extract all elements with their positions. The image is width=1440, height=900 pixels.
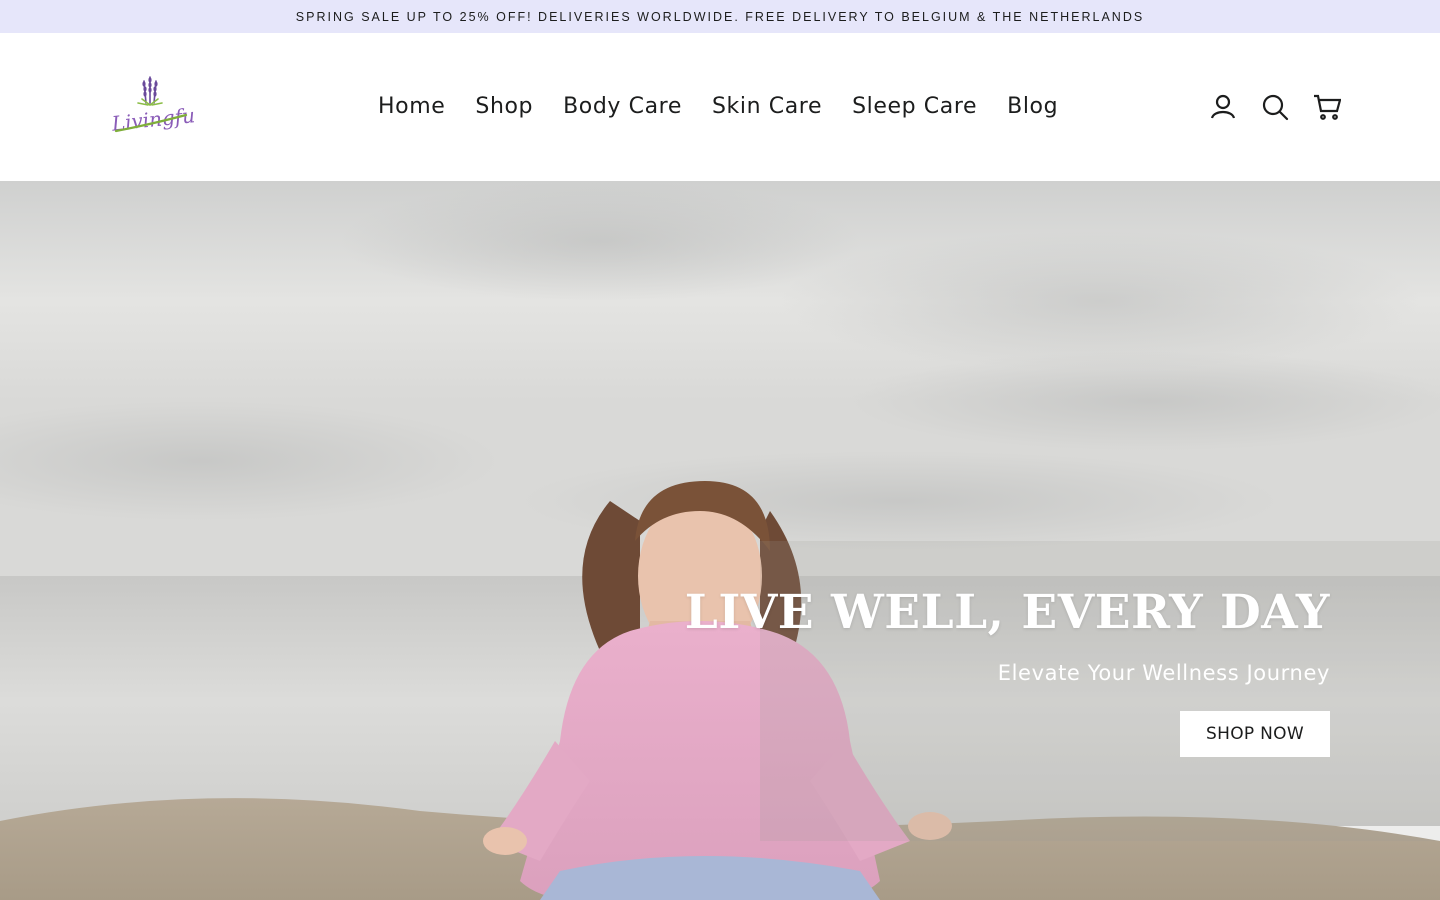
- user-icon: [1210, 94, 1236, 119]
- nav-item-blog[interactable]: Blog: [992, 94, 1073, 119]
- brand-logo[interactable]: Livingful: [108, 75, 194, 141]
- nav-item-sleep-care[interactable]: Sleep Care: [837, 94, 992, 119]
- logo-lavender-icon: Livingful: [110, 76, 194, 136]
- account-button[interactable]: [1208, 92, 1238, 122]
- nav-item-skin-care[interactable]: Skin Care: [697, 94, 837, 119]
- nav-item-shop[interactable]: Shop: [460, 94, 548, 119]
- header-actions: [1208, 90, 1342, 124]
- search-icon: [1262, 94, 1289, 121]
- search-button[interactable]: [1260, 92, 1290, 122]
- shop-now-button[interactable]: SHOP NOW: [1180, 711, 1330, 757]
- site-header: Livingful Home Shop Body Care Skin Care …: [0, 33, 1440, 181]
- nav-item-body-care[interactable]: Body Care: [548, 94, 697, 119]
- hero-title: LIVE WELL, EVERY DAY: [684, 585, 1330, 640]
- announcement-bar: SPRING SALE UP TO 25% OFF! DELIVERIES WO…: [0, 0, 1440, 33]
- hero-image: [0, 181, 1440, 900]
- nav-item-home[interactable]: Home: [363, 94, 460, 119]
- hero-content: LIVE WELL, EVERY DAY Elevate Your Wellne…: [630, 581, 1330, 757]
- cart-button[interactable]: [1312, 92, 1342, 122]
- hero-subtitle: Elevate Your Wellness Journey: [997, 661, 1330, 685]
- main-nav: Home Shop Body Care Skin Care Sleep Care…: [363, 86, 1073, 126]
- cart-icon: [1314, 94, 1341, 120]
- announcement-text: SPRING SALE UP TO 25% OFF! DELIVERIES WO…: [295, 9, 1145, 24]
- hero-banner: LIVE WELL, EVERY DAY Elevate Your Wellne…: [0, 181, 1440, 900]
